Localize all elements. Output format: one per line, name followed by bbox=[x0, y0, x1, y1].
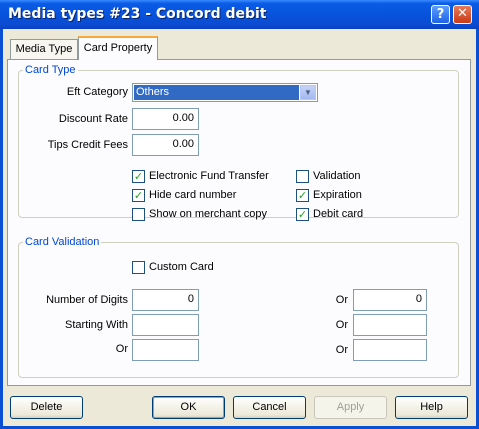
tab-card-property[interactable]: Card Property bbox=[78, 36, 158, 60]
checkbox-box bbox=[296, 170, 309, 183]
eft-category-select[interactable]: Others ▼ bbox=[132, 83, 318, 102]
discount-rate-label: Discount Rate bbox=[58, 113, 128, 125]
dialog-client: Media Type Card Property Card Type Eft C… bbox=[3, 29, 476, 426]
help-button[interactable]: Help bbox=[395, 396, 468, 419]
or-label: Or bbox=[115, 343, 128, 355]
check-icon: ✓ bbox=[132, 170, 145, 183]
check-icon: ✓ bbox=[296, 208, 309, 221]
tab-panel-card-property: Card Type Eft Category Others ▼ Discount… bbox=[7, 59, 471, 386]
help-icon[interactable]: ? bbox=[431, 5, 450, 24]
discount-rate-field[interactable]: 0.00 bbox=[132, 108, 199, 130]
number-of-digits-field[interactable]: 0 bbox=[132, 289, 199, 311]
ok-button[interactable]: OK bbox=[152, 396, 225, 419]
cancel-button[interactable]: Cancel bbox=[233, 396, 306, 419]
tips-credit-fees-label: Tips Credit Fees bbox=[47, 139, 128, 151]
card-type-legend: Card Type bbox=[25, 64, 76, 76]
eft-category-value: Others bbox=[134, 85, 299, 100]
or-label-right-1: Or bbox=[335, 294, 348, 306]
number-of-digits-label: Number of Digits bbox=[46, 294, 128, 306]
check-icon: ✓ bbox=[132, 189, 145, 202]
chevron-down-icon[interactable]: ▼ bbox=[300, 85, 316, 100]
checkbox-box bbox=[132, 261, 145, 274]
starting-with-field[interactable] bbox=[132, 314, 199, 336]
delete-button[interactable]: Delete bbox=[10, 396, 83, 419]
or-field-right-2[interactable] bbox=[353, 314, 427, 336]
tab-media-type[interactable]: Media Type bbox=[10, 39, 78, 59]
or-label-right-3: Or bbox=[335, 344, 348, 356]
close-icon[interactable]: ✕ bbox=[453, 5, 472, 24]
starting-with-label: Starting With bbox=[65, 319, 128, 331]
or-field-right-3[interactable] bbox=[353, 339, 427, 361]
or-label-right-2: Or bbox=[335, 319, 348, 331]
eft-category-label: Eft Category bbox=[66, 86, 128, 98]
tips-credit-fees-field[interactable]: 0.00 bbox=[132, 134, 199, 156]
or-field-right-1[interactable]: 0 bbox=[353, 289, 427, 311]
card-validation-legend: Card Validation bbox=[25, 236, 100, 248]
apply-button[interactable]: Apply bbox=[314, 396, 387, 419]
window-title: Media types #23 - Concord debit bbox=[8, 6, 267, 22]
checkbox-box bbox=[132, 208, 145, 221]
dialog-window: Media types #23 - Concord debit ? ✕ Medi… bbox=[0, 0, 479, 429]
title-bar[interactable]: Media types #23 - Concord debit ? ✕ bbox=[0, 0, 479, 29]
or-field-left[interactable] bbox=[132, 339, 199, 361]
check-icon: ✓ bbox=[296, 189, 309, 202]
